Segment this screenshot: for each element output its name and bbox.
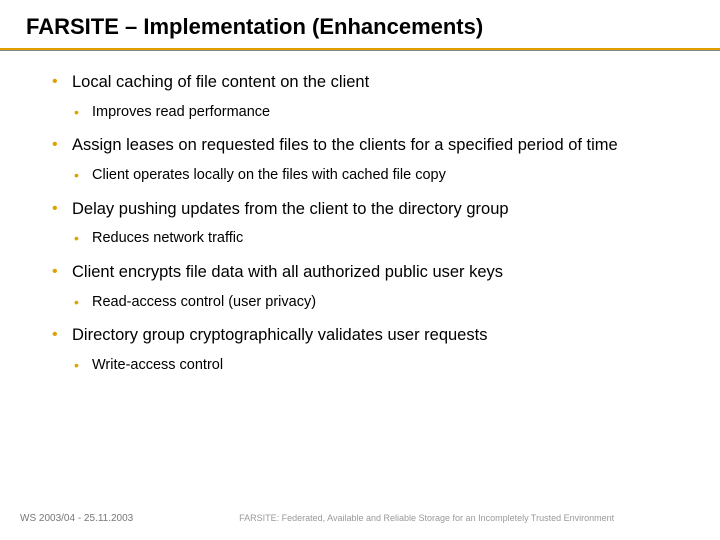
slide-body: Local caching of file content on the cli… bbox=[20, 70, 700, 377]
slide-title: FARSITE – Implementation (Enhancements) bbox=[20, 14, 700, 48]
bullet-level2: Client operates locally on the files wit… bbox=[74, 165, 690, 187]
bullet-level2: Read-access control (user privacy) bbox=[74, 292, 690, 314]
bullet-level2: Improves read performance bbox=[74, 102, 690, 124]
title-rule bbox=[0, 48, 720, 50]
bullet-level1: Assign leases on requested files to the … bbox=[52, 133, 690, 159]
slide: FARSITE – Implementation (Enhancements) … bbox=[0, 0, 720, 540]
bullet-level1: Directory group cryptographically valida… bbox=[52, 323, 690, 349]
bullet-level1: Client encrypts file data with all autho… bbox=[52, 260, 690, 286]
bullet-level1: Delay pushing updates from the client to… bbox=[52, 197, 690, 223]
footer-subtitle: FARSITE: Federated, Available and Reliab… bbox=[133, 513, 700, 523]
footer: WS 2003/04 - 25.11.2003 FARSITE: Federat… bbox=[20, 513, 700, 524]
footer-date: WS 2003/04 - 25.11.2003 bbox=[20, 513, 133, 524]
bullet-level2: Reduces network traffic bbox=[74, 228, 690, 250]
bullet-level2: Write-access control bbox=[74, 355, 690, 377]
bullet-level1: Local caching of file content on the cli… bbox=[52, 70, 690, 96]
